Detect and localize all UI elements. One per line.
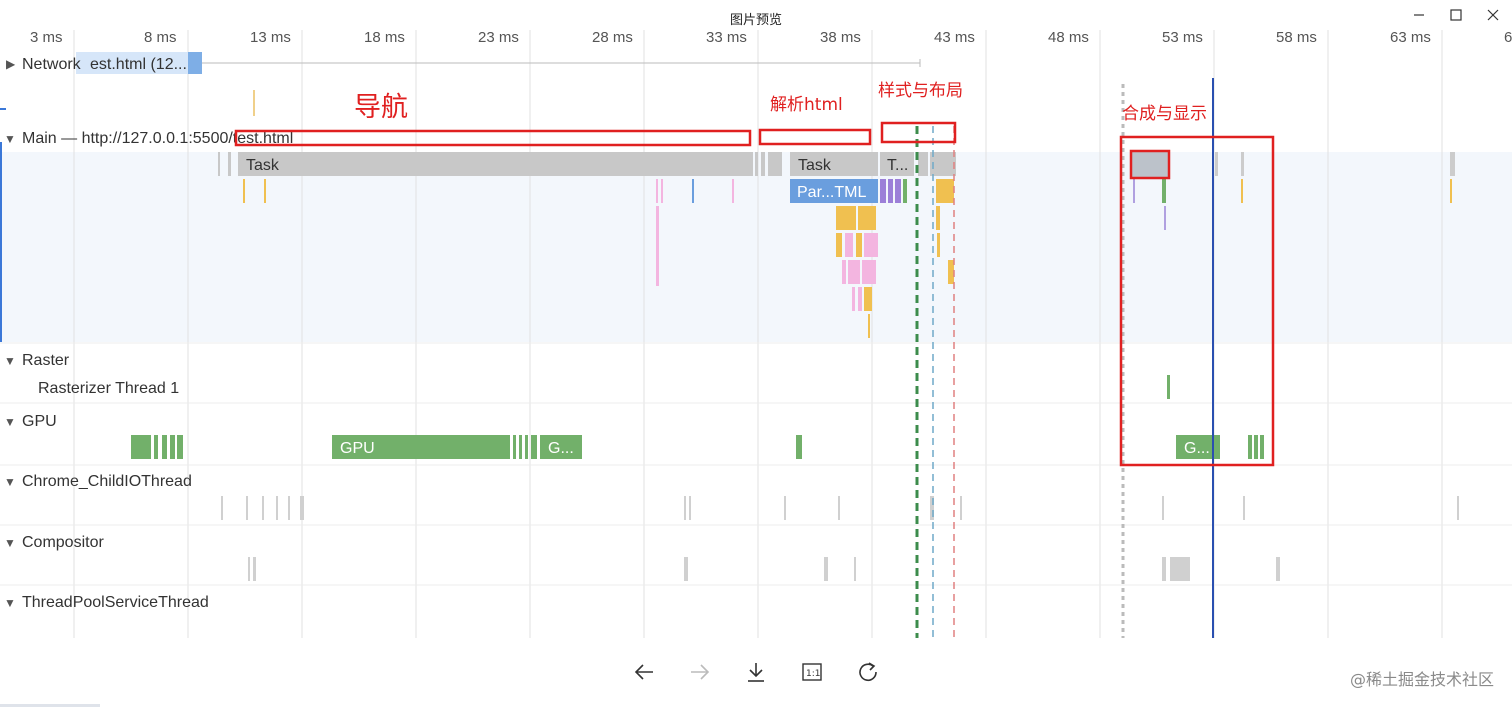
title-bar: 图片预览 — [0, 0, 1512, 30]
childio-track-label[interactable]: Chrome_ChildIOThread — [22, 473, 192, 490]
previous-icon[interactable] — [630, 658, 658, 686]
ruler-tick: 63 ms — [1390, 30, 1431, 46]
svg-text:1:1: 1:1 — [806, 669, 820, 679]
main-track-selected-bar — [0, 142, 2, 342]
ruler-tick: 3 ms — [30, 30, 63, 46]
minimize-icon[interactable] — [1404, 4, 1434, 26]
gpu-label: G... — [548, 440, 574, 457]
rasterizer-thread-label: Rasterizer Thread 1 — [38, 380, 179, 397]
svg-text:▼: ▼ — [4, 354, 16, 368]
ruler-tick: 18 ms — [364, 30, 405, 46]
task-block[interactable] — [238, 152, 753, 176]
viewer-toolbar: 1:1 — [0, 650, 1512, 694]
ruler-tick: 13 ms — [250, 30, 291, 46]
maximize-icon[interactable] — [1441, 4, 1471, 26]
ruler-tick: 43 ms — [934, 30, 975, 46]
svg-text:▼: ▼ — [4, 132, 16, 146]
compositor-track-label[interactable]: Compositor — [22, 534, 104, 551]
svg-text:▼: ▼ — [4, 596, 16, 610]
svg-text:▶: ▶ — [6, 57, 16, 71]
gpu-track-label[interactable]: GPU — [22, 413, 57, 430]
ruler-tick: 28 ms — [592, 30, 633, 46]
close-icon[interactable] — [1478, 4, 1508, 26]
download-icon[interactable] — [742, 658, 770, 686]
task-label: Task — [798, 157, 832, 174]
ruler-tick: 6 — [1504, 30, 1512, 46]
ruler-tick: 38 ms — [820, 30, 861, 46]
composite-annotation: 合成与显示 — [1122, 104, 1207, 124]
gpu-label: GPU — [340, 440, 375, 457]
ruler-tick: 8 ms — [144, 30, 177, 46]
nav-annotation: 导航 — [354, 92, 408, 123]
watermark: @稀土掘金技术社区 — [1349, 670, 1494, 689]
ruler-tick: 48 ms — [1048, 30, 1089, 46]
svg-text:▼: ▼ — [4, 536, 16, 550]
ruler-tick: 53 ms — [1162, 30, 1203, 46]
time-ruler: 3 ms 8 ms 13 ms 18 ms 23 ms 28 ms 33 ms … — [30, 30, 1512, 46]
task-label: Task — [246, 157, 280, 174]
gpu-label: G... — [1184, 440, 1210, 457]
main-track-background — [0, 152, 1512, 342]
next-icon[interactable] — [686, 658, 714, 686]
window-title: 图片预览 — [729, 13, 782, 28]
screenshot-image: 3 ms 8 ms 13 ms 18 ms 23 ms 28 ms 33 ms … — [0, 30, 1512, 638]
network-track-label[interactable]: Network — [22, 56, 82, 73]
actual-size-icon[interactable]: 1:1 — [798, 658, 826, 686]
ruler-tick: 33 ms — [706, 30, 747, 46]
network-item-label: est.html (12... — [90, 56, 187, 73]
parse-annotation-box — [758, 128, 872, 146]
svg-text:▼: ▼ — [4, 475, 16, 489]
svg-text:▼: ▼ — [4, 415, 16, 429]
performance-timeline: 3 ms 8 ms 13 ms 18 ms 23 ms 28 ms 33 ms … — [0, 30, 1512, 638]
threadpool-track-label[interactable]: ThreadPoolServiceThread — [22, 594, 209, 611]
nav-annotation-box — [234, 129, 752, 147]
raster-track-label[interactable]: Raster — [22, 352, 70, 369]
style-layout-annotation: 样式与布局 — [878, 81, 963, 101]
task-label: T... — [887, 157, 908, 174]
image-preview-window: 图片预览 3 ms 8 ms 13 ms 18 ms 23 ms 28 ms 3… — [0, 0, 1512, 707]
ruler-tick: 58 ms — [1276, 30, 1317, 46]
ruler-tick: 23 ms — [478, 30, 519, 46]
parse-html-label: Par...TML — [797, 184, 866, 201]
parse-annotation: 解析html — [770, 95, 843, 115]
rotate-icon[interactable] — [854, 658, 882, 686]
